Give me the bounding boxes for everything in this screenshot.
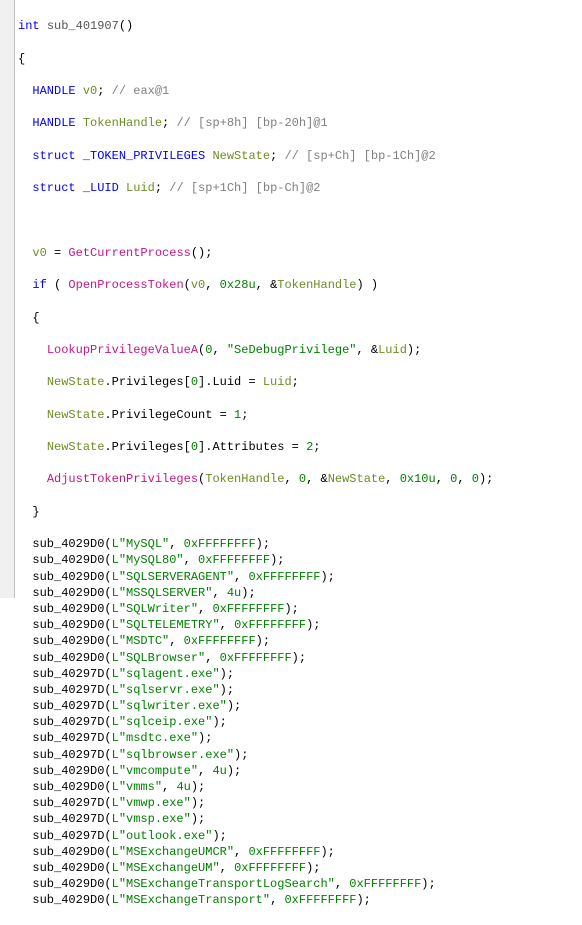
sub-call: sub_4029D0(L"SQLTELEMETRY", 0xFFFFFFFF); <box>18 617 582 633</box>
assign-v0: v0 = GetCurrentProcess(); <box>18 245 582 261</box>
sub-call: sub_40297D(L"msdtc.exe"); <box>18 730 582 746</box>
sub-call: sub_4029D0(L"vmms", 4u); <box>18 779 582 795</box>
sub-call: sub_4029D0(L"SQLSERVERAGENT", 0xFFFFFFFF… <box>18 569 582 585</box>
set-luid: NewState.Privileges[0].Luid = Luid; <box>18 374 582 390</box>
if-openprocess: if ( OpenProcessToken(v0, 0x28u, &TokenH… <box>18 277 582 293</box>
blank <box>18 212 582 228</box>
sub-call: sub_40297D(L"sqlceip.exe"); <box>18 714 582 730</box>
sub-call: sub_4029D0(L"MySQL", 0xFFFFFFFF); <box>18 536 582 552</box>
sub-call: sub_4029D0(L"MSExchangeTransport", 0xFFF… <box>18 892 582 908</box>
sub-call: sub_4029D0(L"SQLBrowser", 0xFFFFFFFF); <box>18 650 582 666</box>
set-attr: NewState.Privileges[0].Attributes = 2; <box>18 439 582 455</box>
decl-v0: HANDLE v0; // eax@1 <box>18 83 582 99</box>
adjust-call: AdjustTokenPrivileges(TokenHandle, 0, &N… <box>18 471 582 487</box>
sub-call: sub_40297D(L"sqlwriter.exe"); <box>18 698 582 714</box>
sub-call: sub_4029D0(L"MSExchangeTransportLogSearc… <box>18 876 582 892</box>
sub-call: sub_40297D(L"sqlbrowser.exe"); <box>18 747 582 763</box>
sub-call: sub_4029D0(L"MSExchangeUM", 0xFFFFFFFF); <box>18 860 582 876</box>
decl-luid: struct _LUID Luid; // [sp+1Ch] [bp-Ch]@2 <box>18 180 582 196</box>
set-pcount: NewState.PrivilegeCount = 1; <box>18 407 582 423</box>
decompiler-view[interactable]: int sub_401907() { HANDLE v0; // eax@1 H… <box>0 0 582 925</box>
sub-call: sub_40297D(L"sqlagent.exe"); <box>18 666 582 682</box>
gutter <box>0 0 15 598</box>
decl-newstate: struct _TOKEN_PRIVILEGES NewState; // [s… <box>18 148 582 164</box>
sub-call: sub_40297D(L"vmwp.exe"); <box>18 795 582 811</box>
sub-call: sub_4029D0(L"MSDTC", 0xFFFFFFFF); <box>18 633 582 649</box>
sub-call: sub_4029D0(L"SQLWriter", 0xFFFFFFFF); <box>18 601 582 617</box>
decl-tokenhandle: HANDLE TokenHandle; // [sp+8h] [bp-20h]@… <box>18 115 582 131</box>
lookup-call: LookupPrivilegeValueA(0, "SeDebugPrivile… <box>18 342 582 358</box>
if-brace-open: { <box>18 310 582 326</box>
sub-call: sub_4029D0(L"MSExchangeUMCR", 0xFFFFFFFF… <box>18 844 582 860</box>
call-list: sub_4029D0(L"MySQL", 0xFFFFFFFF); sub_40… <box>18 536 582 908</box>
func-signature: int sub_401907() <box>18 18 582 34</box>
if-brace-close: } <box>18 504 582 520</box>
sub-call: sub_4029D0(L"MySQL80", 0xFFFFFFFF); <box>18 552 582 568</box>
sub-call: sub_40297D(L"outlook.exe"); <box>18 828 582 844</box>
sub-call: sub_40297D(L"sqlservr.exe"); <box>18 682 582 698</box>
sub-call: sub_4029D0(L"MSSQLSERVER", 4u); <box>18 585 582 601</box>
brace-open: { <box>18 51 582 67</box>
sub-call: sub_4029D0(L"vmcompute", 4u); <box>18 763 582 779</box>
sub-call: sub_40297D(L"vmsp.exe"); <box>18 811 582 827</box>
